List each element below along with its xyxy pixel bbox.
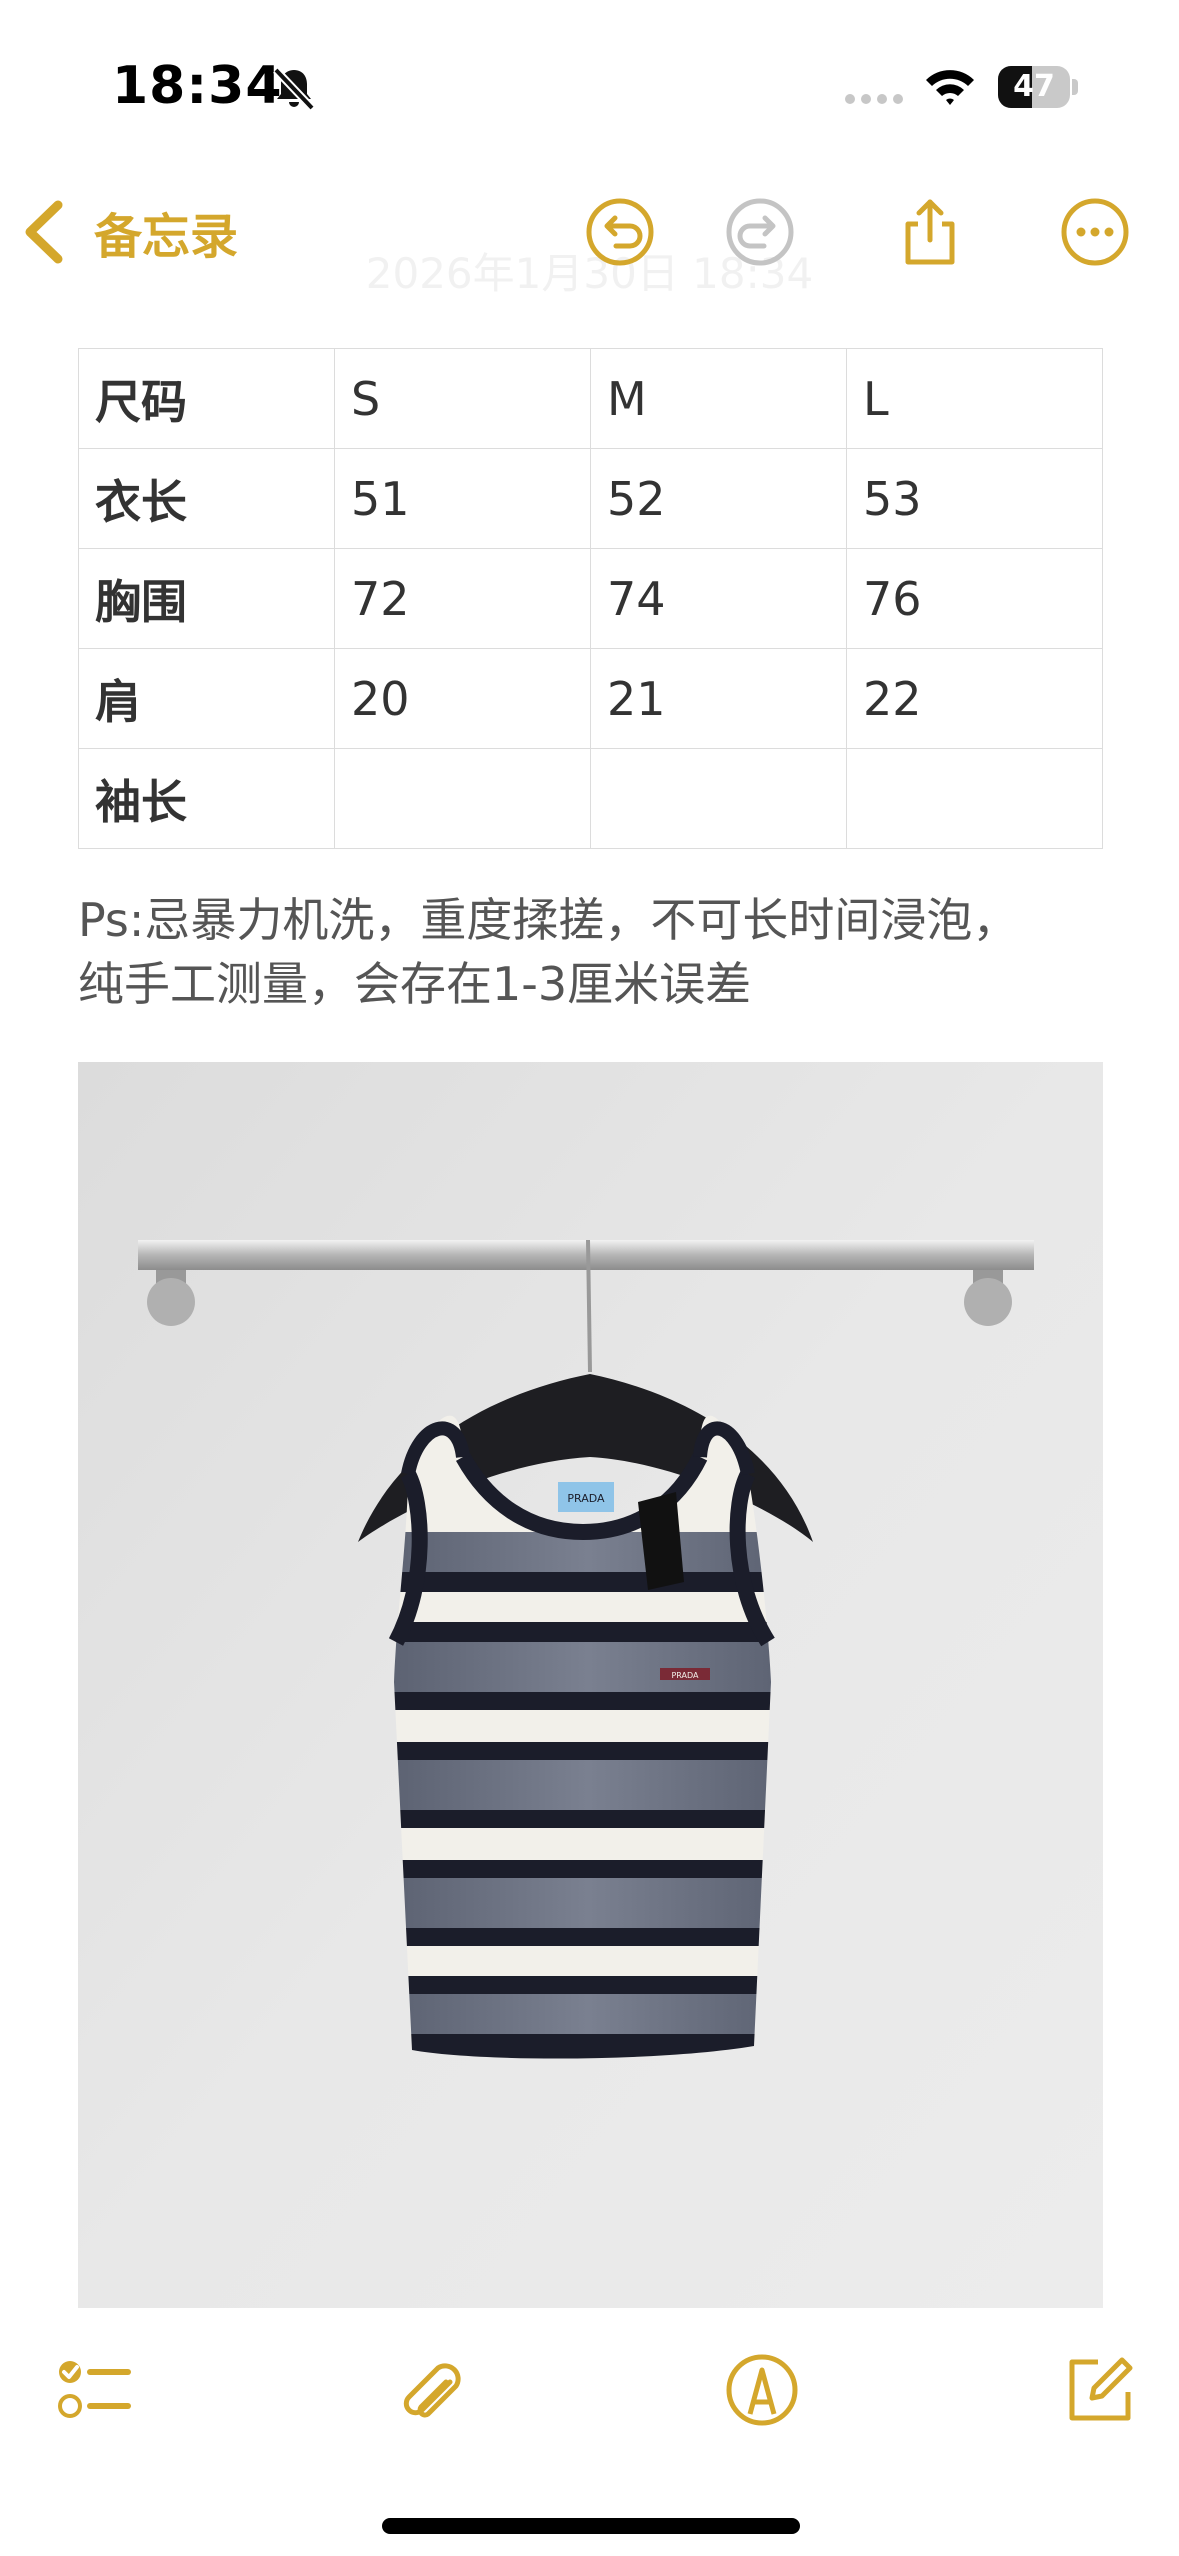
table-cell[interactable]: 52	[590, 448, 847, 549]
care-note: Ps:忌暴力机洗，重度揉搓，不可长时间浸泡， 纯手工测量，会存在1-3厘米误差	[78, 888, 1138, 1016]
table-cell[interactable]: 21	[590, 648, 847, 749]
table-cell[interactable]: 22	[846, 648, 1103, 749]
striped-tank-top-image: PRADA PRADA	[78, 1062, 1103, 2308]
care-note-line-1: Ps:忌暴力机洗，重度揉搓，不可长时间浸泡，	[78, 893, 1019, 947]
table-cell[interactable]: 53	[846, 448, 1103, 549]
care-note-line-2: 纯手工测量，会存在1-3厘米误差	[78, 957, 752, 1011]
share-icon	[905, 199, 955, 265]
table-row: 袖长	[78, 748, 1103, 849]
size-table: 尺码 S M L 衣长 51 52 53 胸围 72 74 76 肩 20 21 22 袖长	[78, 348, 1103, 849]
row-header-cell[interactable]: 尺码	[78, 348, 335, 449]
product-photo[interactable]: PRADA PRADA	[78, 1062, 1103, 2308]
battery-indicator: 47	[998, 66, 1078, 108]
wifi-icon	[926, 70, 974, 105]
undo-button[interactable]	[580, 192, 660, 272]
status-time: 18:34	[112, 56, 283, 116]
table-row: 胸围 72 74 76	[78, 548, 1103, 649]
table-row: 衣长 51 52 53	[78, 448, 1103, 549]
home-indicator[interactable]	[382, 2518, 800, 2534]
inner-label-text: PRADA	[567, 1492, 605, 1505]
table-cell[interactable]: S	[334, 348, 591, 449]
row-header-cell[interactable]: 肩	[78, 648, 335, 749]
markup-button[interactable]	[720, 2348, 804, 2432]
table-row: 尺码 S M L	[78, 348, 1103, 449]
compose-icon	[1069, 2357, 1133, 2421]
table-row: 肩 20 21 22	[78, 648, 1103, 749]
paperclip-icon	[403, 2363, 461, 2418]
table-cell[interactable]: L	[846, 348, 1103, 449]
table-cell[interactable]: 76	[846, 548, 1103, 649]
more-button[interactable]	[1055, 192, 1135, 272]
checklist-button[interactable]	[52, 2348, 136, 2432]
redo-button[interactable]	[720, 192, 800, 272]
table-cell[interactable]	[334, 748, 591, 849]
row-header-cell[interactable]: 胸围	[78, 548, 335, 649]
table-cell[interactable]	[846, 748, 1103, 849]
share-button[interactable]	[890, 192, 970, 272]
table-cell[interactable]: 51	[334, 448, 591, 549]
table-cell[interactable]: 72	[334, 548, 591, 649]
more-icon	[1061, 198, 1129, 266]
undo-icon	[586, 198, 654, 266]
bell-muted-icon	[273, 67, 315, 111]
status-bar: 18:34 47	[0, 0, 1179, 170]
redo-icon	[726, 198, 794, 266]
markup-pen-icon	[726, 2354, 798, 2426]
compose-button[interactable]	[1056, 2348, 1140, 2432]
table-cell[interactable]: 74	[590, 548, 847, 649]
cellular-signal-icon	[845, 94, 903, 104]
table-cell[interactable]: M	[590, 348, 847, 449]
battery-level: 47	[1013, 69, 1055, 104]
table-cell[interactable]: 20	[334, 648, 591, 749]
row-header-cell[interactable]: 衣长	[78, 448, 335, 549]
attachment-button[interactable]	[388, 2348, 472, 2432]
checklist-icon	[58, 2361, 131, 2418]
row-header-cell[interactable]: 袖长	[78, 748, 335, 849]
chest-tag-text: PRADA	[671, 1671, 699, 1680]
table-cell[interactable]	[590, 748, 847, 849]
